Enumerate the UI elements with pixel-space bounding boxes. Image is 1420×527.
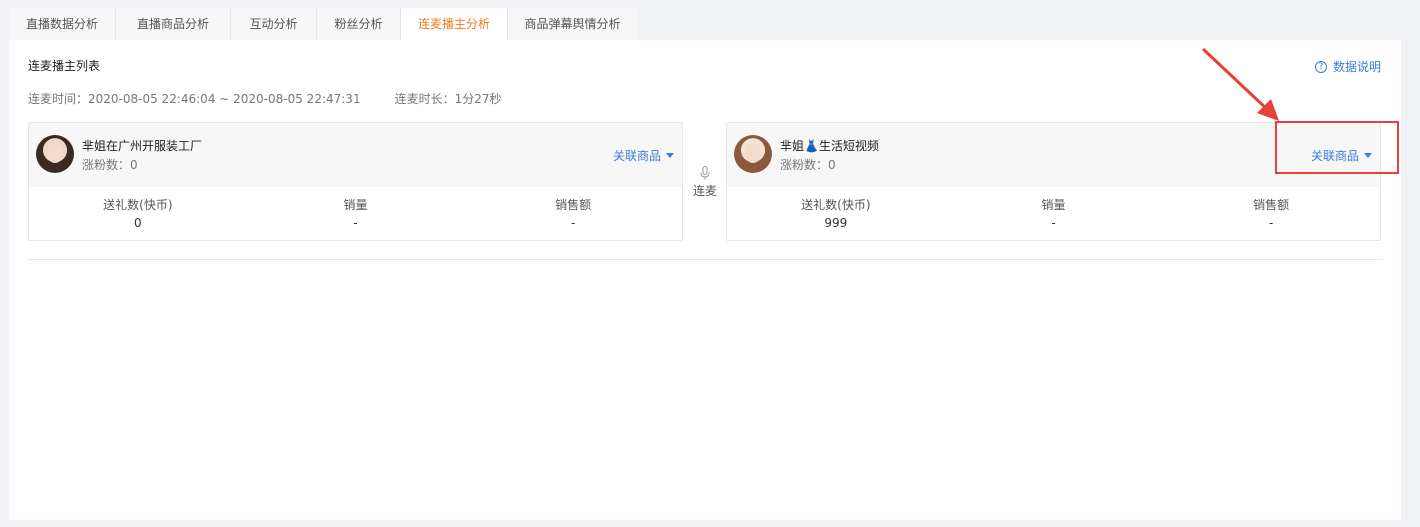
stat-value: - <box>1051 216 1056 230</box>
panel-title: 连麦播主列表 <box>28 59 101 73</box>
caret-down-icon <box>666 153 674 158</box>
anchor-name: 芈姐在广州开服装工厂 <box>82 139 203 153</box>
lianmai-time: 连麦时间：2020-08-05 22:46:04 ~ 2020-08-05 22… <box>28 92 361 106</box>
tab-live-data-analysis[interactable]: 直播数据分析 <box>9 8 116 40</box>
related-products-dropdown[interactable]: 关联商品 <box>613 147 674 164</box>
stat-value: - <box>353 216 358 230</box>
section-divider <box>28 259 1383 260</box>
lianmai-label: 连麦 <box>692 184 717 198</box>
stat-value: - <box>1269 216 1274 230</box>
anchor-name-suffix: 生活短视频 <box>818 139 879 153</box>
stat-label: 送礼数(快币) <box>103 198 173 212</box>
anchor-name: 芈姐👗生活短视频 <box>780 137 879 154</box>
stat-gifts: 送礼数(快币) 999 <box>727 197 945 241</box>
lianmai-connector: 连麦 <box>690 166 720 199</box>
related-products-label: 关联商品 <box>612 149 661 163</box>
anchor-stats: 送礼数(快币) 0 销量 - 销售额 - <box>29 187 682 241</box>
stat-label: 送礼数(快币) <box>801 198 871 212</box>
anchor-card-left: 芈姐在广州开服装工厂 涨粉数：0 关联商品 送礼数(快币) 0 销量 - 销售额… <box>28 122 683 241</box>
stat-value: - <box>571 216 576 230</box>
stat-sales-amount: 销售额 - <box>464 197 682 241</box>
stat-label: 销售额 <box>555 198 592 212</box>
stat-label: 销量 <box>1041 198 1066 212</box>
question-circle-icon: ? <box>1314 60 1327 73</box>
stat-label: 销量 <box>343 198 368 212</box>
stat-sales-volume: 销量 - <box>247 197 465 241</box>
tab-product-barrage-sentiment[interactable]: 商品弹幕舆情分析 <box>508 8 637 40</box>
tab-live-product-analysis[interactable]: 直播商品分析 <box>116 8 231 40</box>
anchor-stats: 送礼数(快币) 999 销量 - 销售额 - <box>727 187 1380 241</box>
tab-lianmai-anchor-analysis[interactable]: 连麦播主分析 <box>401 8 508 40</box>
stat-sales-volume: 销量 - <box>945 197 1163 241</box>
lianmai-duration: 连麦时长：1分27秒 <box>394 92 502 106</box>
fans-gain: 涨粉数：0 <box>780 158 836 172</box>
stat-value: 999 <box>824 216 848 230</box>
stat-value: 0 <box>134 216 142 230</box>
avatar <box>734 135 772 173</box>
annotation-highlight-box <box>1275 121 1399 174</box>
tab-fans-analysis[interactable]: 粉丝分析 <box>317 8 401 40</box>
anchor-name-prefix: 芈姐 <box>780 139 805 153</box>
tab-interaction-analysis[interactable]: 互动分析 <box>231 8 317 40</box>
fans-gain: 涨粉数：0 <box>82 158 138 172</box>
avatar <box>36 135 74 173</box>
tab-bar: 直播数据分析 直播商品分析 互动分析 粉丝分析 连麦播主分析 商品弹幕舆情分析 <box>9 8 637 40</box>
lianmai-meta: 连麦时间：2020-08-05 22:46:04 ~ 2020-08-05 22… <box>28 90 502 107</box>
data-explanation-label: 数据说明 <box>1332 60 1381 74</box>
anchor-card-header: 芈姐在广州开服装工厂 涨粉数：0 关联商品 <box>29 123 682 187</box>
data-explanation-link[interactable]: ? 数据说明 <box>1314 58 1381 75</box>
content-panel: 连麦播主列表 ? 数据说明 连麦时间：2020-08-05 22:46:04 ~… <box>9 40 1401 520</box>
microphone-icon <box>700 166 710 180</box>
dress-emoji-icon: 👗 <box>804 139 819 153</box>
annotation-arrow-icon <box>1201 47 1279 121</box>
stat-label: 销售额 <box>1253 198 1290 212</box>
stat-sales-amount: 销售额 - <box>1162 197 1380 241</box>
stat-gifts: 送礼数(快币) 0 <box>29 197 247 241</box>
